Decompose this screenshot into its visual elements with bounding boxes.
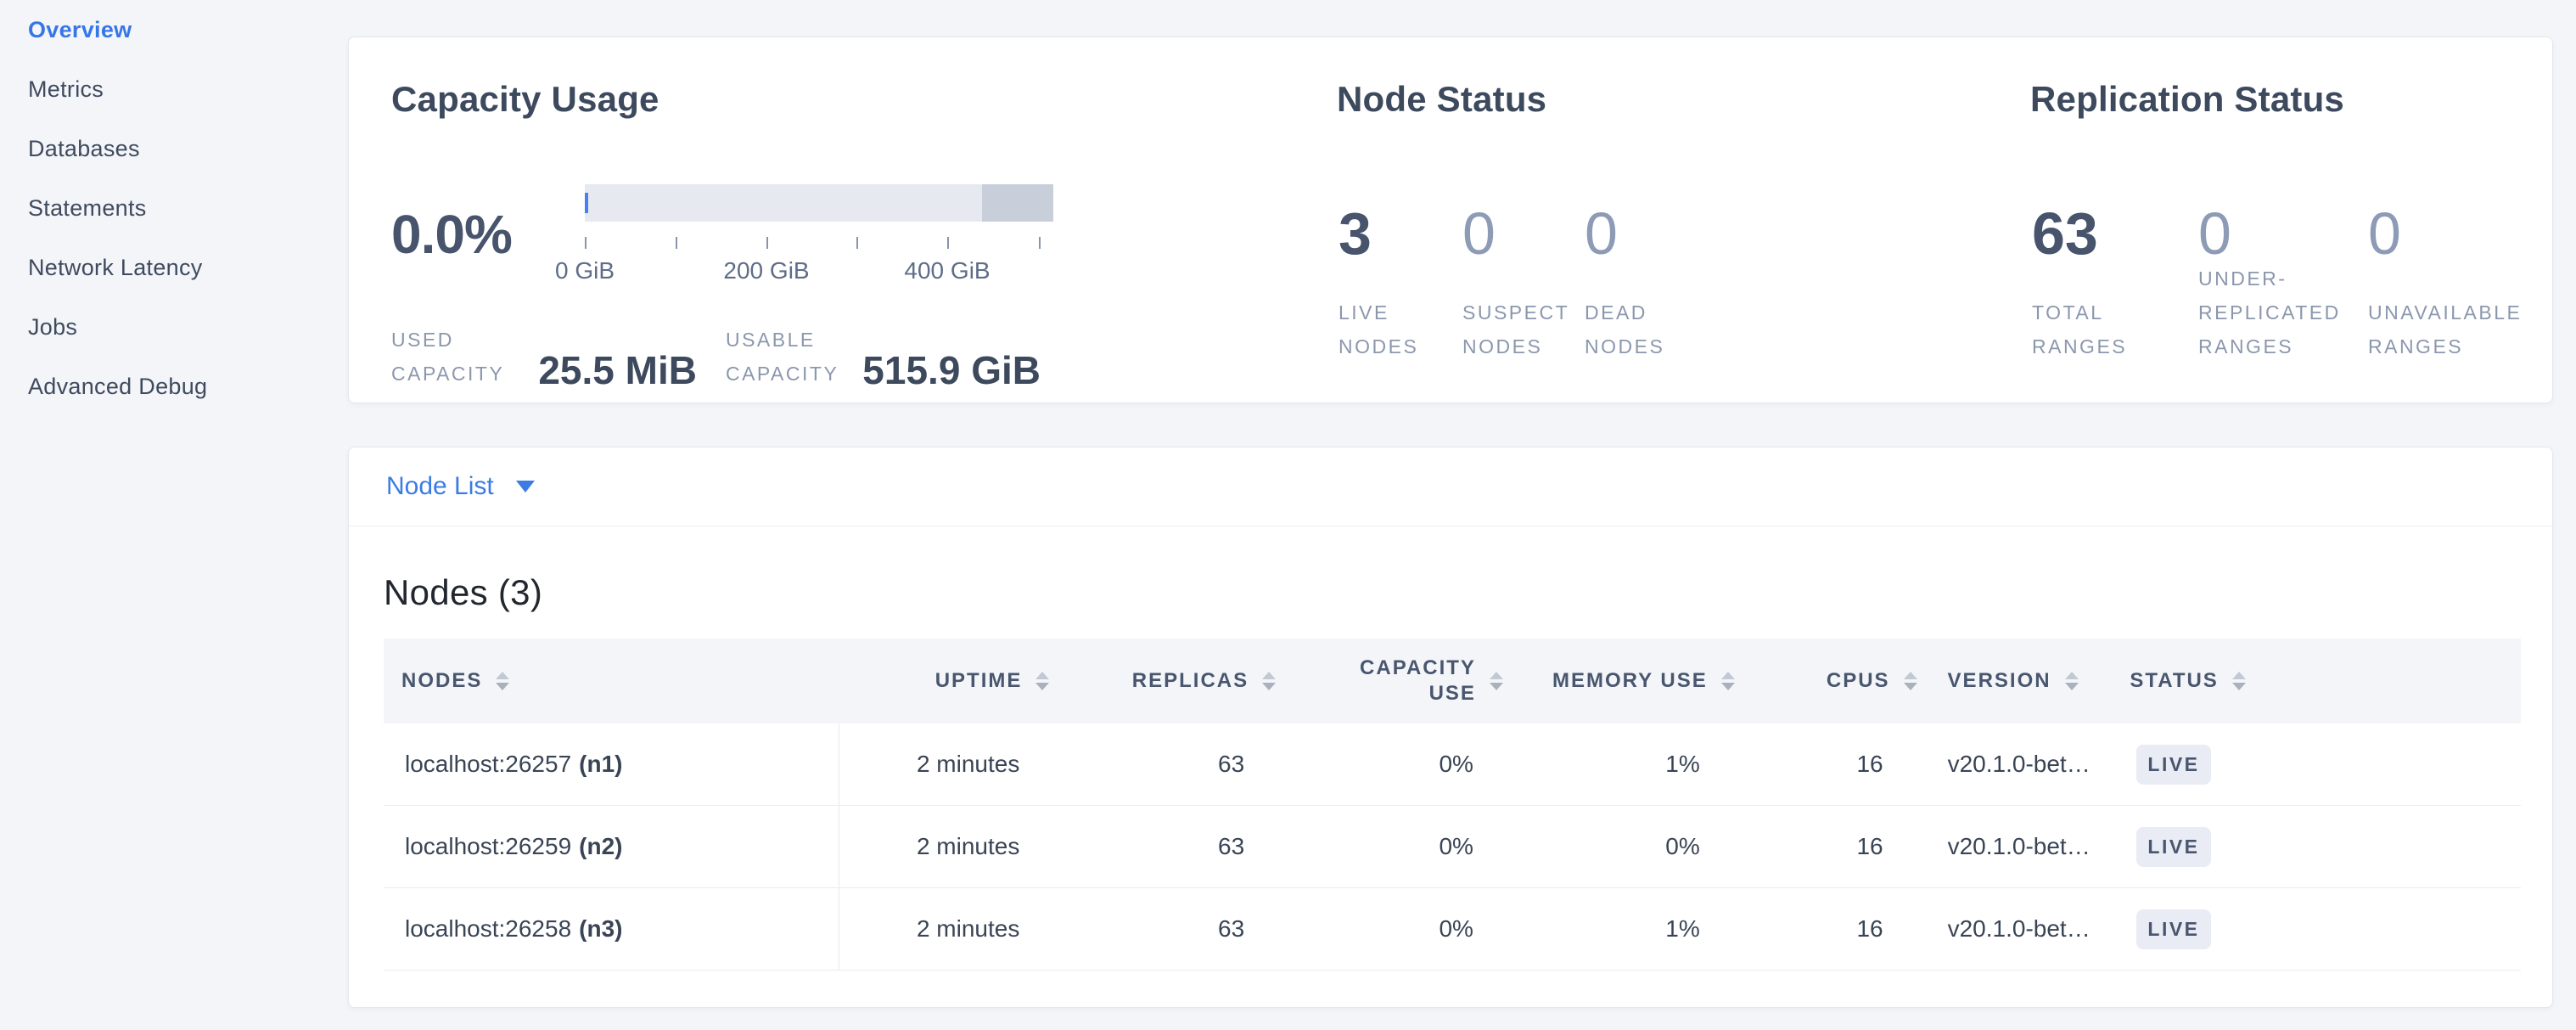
node-address-cell[interactable]: localhost:26258(n3) xyxy=(384,888,839,970)
version-cell: v20.1.0-bet… xyxy=(1917,806,2127,887)
status-badge: LIVE xyxy=(2136,909,2210,949)
axis-label: 400 GiB xyxy=(904,257,990,284)
status-cell: LIVE xyxy=(2126,806,2521,887)
cpus-cell: 16 xyxy=(1735,723,1917,805)
node-status-section: Node Status 3 LIVE NODES 0 SUSPECT NODES… xyxy=(1337,37,1965,402)
column-header-memory-use[interactable]: MEMORY USE xyxy=(1503,669,1735,693)
capacity-use-cell: 0% xyxy=(1276,888,1503,970)
column-header-version[interactable]: VERSION xyxy=(1917,669,2127,693)
column-header-cpus[interactable]: CPUS xyxy=(1735,669,1917,693)
unavailable-ranges-stat: 0 UNAVAILABLE RANGES xyxy=(2368,37,2576,402)
cpus-cell: 16 xyxy=(1735,806,1917,887)
capacity-gauge-bar xyxy=(585,184,1053,222)
uptime-cell: 2 minutes xyxy=(839,723,1050,805)
memory-use-cell: 1% xyxy=(1503,888,1735,970)
table-row: localhost:26259(n2) 2 minutes 63 0% 0% 1… xyxy=(384,806,2521,888)
unavailable-label: UNAVAILABLE RANGES xyxy=(2368,295,2522,363)
column-header-nodes[interactable]: NODES xyxy=(384,669,839,693)
sort-icon xyxy=(2065,672,2079,690)
sidebar-item-metrics[interactable]: Metrics xyxy=(0,59,348,119)
live-nodes-count: 3 xyxy=(1339,204,1372,263)
sort-icon xyxy=(1721,672,1735,690)
column-header-status[interactable]: STATUS xyxy=(2126,669,2521,693)
suspect-nodes-label: SUSPECT NODES xyxy=(1462,295,1569,363)
sort-icon xyxy=(1904,672,1917,690)
dead-nodes-label: DEAD NODES xyxy=(1585,295,1664,363)
sidebar-item-statements[interactable]: Statements xyxy=(0,178,348,238)
column-header-capacity-use[interactable]: CAPACITY USE xyxy=(1276,656,1503,706)
dead-nodes-count: 0 xyxy=(1585,204,1618,263)
sidebar-item-network-latency[interactable]: Network Latency xyxy=(0,238,348,297)
axis-label: 200 GiB xyxy=(723,257,809,284)
total-ranges-stat: 63 TOTAL RANGES xyxy=(2032,37,2198,402)
column-header-uptime[interactable]: UPTIME xyxy=(839,669,1050,693)
node-address-cell[interactable]: localhost:26257(n1) xyxy=(384,723,839,805)
status-cell: LIVE xyxy=(2126,888,2521,970)
sort-icon xyxy=(1035,672,1049,690)
used-capacity-value: 25.5 MiB xyxy=(538,350,697,391)
sidebar-item-advanced-debug[interactable]: Advanced Debug xyxy=(0,357,348,416)
capacity-gauge: 0 GiB 200 GiB 400 GiB xyxy=(585,184,1053,284)
node-list-card: Node List Nodes (3) NODES UPTIME REPLICA… xyxy=(348,447,2553,1008)
replication-status-section: Replication Status 63 TOTAL RANGES 0 UND… xyxy=(2030,37,2548,402)
capacity-used-sliver xyxy=(585,193,588,213)
uptime-cell: 2 minutes xyxy=(839,806,1050,887)
memory-use-cell: 0% xyxy=(1503,806,1735,887)
sidebar-item-overview[interactable]: Overview xyxy=(0,0,348,59)
unavailable-count: 0 xyxy=(2368,204,2401,263)
usable-capacity-label: USABLE CAPACITY xyxy=(726,323,839,391)
table-row: localhost:26257(n1) 2 minutes 63 0% 1% 1… xyxy=(384,723,2521,806)
status-badge: LIVE xyxy=(2136,745,2210,785)
node-list-dropdown[interactable]: Node List xyxy=(349,447,2552,526)
sort-icon xyxy=(496,672,509,690)
status-cell: LIVE xyxy=(2126,723,2521,805)
capacity-use-cell: 0% xyxy=(1276,723,1503,805)
sidebar-item-jobs[interactable]: Jobs xyxy=(0,297,348,357)
replicas-cell: 63 xyxy=(1049,723,1276,805)
nodes-table-section: Nodes (3) NODES UPTIME REPLICAS CAPACITY… xyxy=(349,574,2552,971)
usable-capacity-value: 515.9 GiB xyxy=(862,350,1041,391)
live-nodes-stat: 3 LIVE NODES xyxy=(1339,37,1462,402)
status-badge: LIVE xyxy=(2136,827,2210,867)
node-list-dropdown-label: Node List xyxy=(386,472,494,501)
live-nodes-label: LIVE NODES xyxy=(1339,295,1418,363)
memory-use-cell: 1% xyxy=(1503,723,1735,805)
sidebar: Overview Metrics Databases Statements Ne… xyxy=(0,0,348,416)
capacity-other-used xyxy=(982,184,1053,222)
replicas-cell: 63 xyxy=(1049,888,1276,970)
used-capacity-label: USED CAPACITY xyxy=(391,323,504,391)
capacity-usage-title: Capacity Usage xyxy=(391,80,659,119)
cluster-overview-card: Capacity Usage 0.0% 0 GiB 200 GiB 400 Gi… xyxy=(348,37,2553,403)
under-replicated-label: UNDER- REPLICATED RANGES xyxy=(2198,262,2341,363)
total-ranges-count: 63 xyxy=(2032,204,2098,263)
under-replicated-count: 0 xyxy=(2198,204,2231,263)
nodes-table-title: Nodes (3) xyxy=(384,574,2521,611)
cpus-cell: 16 xyxy=(1735,888,1917,970)
sidebar-item-databases[interactable]: Databases xyxy=(0,119,348,178)
capacity-usage-section: Capacity Usage 0.0% 0 GiB 200 GiB 400 Gi… xyxy=(391,37,1350,402)
replicas-cell: 63 xyxy=(1049,806,1276,887)
uptime-cell: 2 minutes xyxy=(839,888,1050,970)
suspect-nodes-stat: 0 SUSPECT NODES xyxy=(1462,37,1585,402)
capacity-use-cell: 0% xyxy=(1276,806,1503,887)
nodes-table-header: NODES UPTIME REPLICAS CAPACITY USE MEMOR… xyxy=(384,639,2521,723)
dead-nodes-stat: 0 DEAD NODES xyxy=(1585,37,1729,402)
under-replicated-ranges-stat: 0 UNDER- REPLICATED RANGES xyxy=(2198,37,2368,402)
column-header-replicas[interactable]: REPLICAS xyxy=(1049,669,1276,693)
capacity-used-percent: 0.0% xyxy=(391,207,512,262)
chevron-down-icon xyxy=(516,481,535,492)
axis-label: 0 GiB xyxy=(555,257,615,284)
total-ranges-label: TOTAL RANGES xyxy=(2032,295,2127,363)
suspect-nodes-count: 0 xyxy=(1462,204,1496,263)
table-row: localhost:26258(n3) 2 minutes 63 0% 1% 1… xyxy=(384,888,2521,971)
version-cell: v20.1.0-bet… xyxy=(1917,723,2127,805)
capacity-gauge-axis: 0 GiB 200 GiB 400 GiB xyxy=(585,257,1053,284)
sort-icon xyxy=(2232,672,2246,690)
sort-icon xyxy=(1262,672,1276,690)
node-address-cell[interactable]: localhost:26259(n2) xyxy=(384,806,839,887)
capacity-gauge-ticks xyxy=(585,237,1053,249)
sort-icon xyxy=(1490,672,1503,690)
version-cell: v20.1.0-bet… xyxy=(1917,888,2127,970)
capacity-stats: USED CAPACITY 25.5 MiB USABLE CAPACITY 5… xyxy=(391,323,1041,391)
